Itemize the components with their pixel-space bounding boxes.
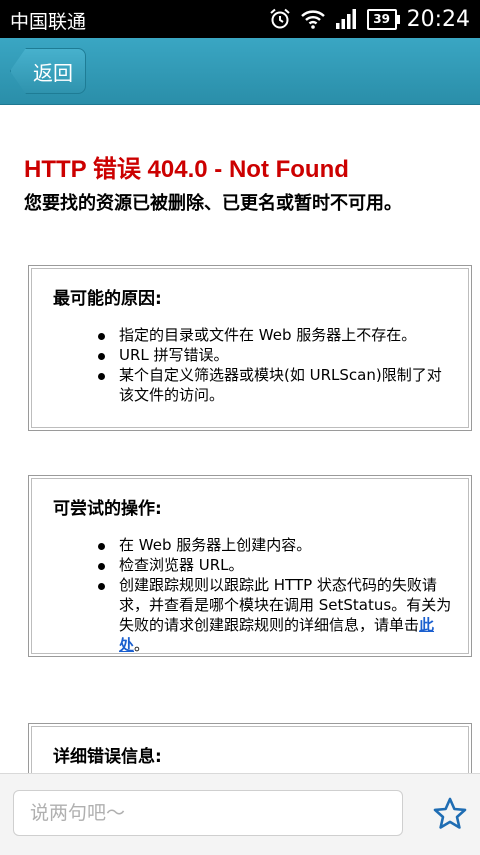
comment-input[interactable]	[13, 790, 403, 836]
comment-bar	[0, 773, 480, 855]
details-box: 详细错误信息:	[28, 723, 472, 773]
list-item: 指定的目录或文件在 Web 服务器上不存在。	[98, 325, 453, 345]
battery-icon: 39	[366, 8, 400, 30]
wifi-icon	[300, 10, 325, 29]
causes-box: 最可能的原因: 指定的目录或文件在 Web 服务器上不存在。 URL 拼写错误。…	[28, 265, 472, 431]
list-item: 某个自定义筛选器或模块(如 URLScan)限制了对该文件的访问。	[98, 365, 453, 405]
top-navbar: 返回	[0, 38, 480, 105]
error-subtitle: 您要找的资源已被删除、已更名或暂时不可用。	[24, 193, 402, 214]
error-title: HTTP 错误 404.0 - Not Found	[24, 156, 349, 183]
status-icons: 39 20:24	[269, 6, 470, 32]
causes-list: 指定的目录或文件在 Web 服务器上不存在。 URL 拼写错误。 某个自定义筛选…	[98, 325, 471, 405]
back-button-label: 返回	[33, 60, 73, 85]
list-item: 在 Web 服务器上创建内容。	[98, 535, 453, 555]
star-icon[interactable]	[432, 796, 468, 832]
actions-box: 可尝试的操作: 在 Web 服务器上创建内容。 检查浏览器 URL。 创建跟踪规…	[28, 475, 472, 657]
actions-list: 在 Web 服务器上创建内容。 检查浏览器 URL。 创建跟踪规则以跟踪此 HT…	[98, 535, 471, 655]
list-item: URL 拼写错误。	[98, 345, 453, 365]
back-button[interactable]: 返回	[10, 48, 86, 94]
details-heading: 详细错误信息:	[53, 747, 162, 767]
alarm-icon	[269, 8, 290, 29]
actions-heading: 可尝试的操作:	[53, 499, 162, 519]
list-item-text: 创建跟踪规则以跟踪此 HTTP 状态代码的失败请求，并查看是哪个模块在调用 Se…	[119, 576, 452, 634]
clock: 20:24	[406, 6, 470, 32]
carrier-name: 中国联通	[10, 11, 87, 33]
list-item: 检查浏览器 URL。	[98, 555, 453, 575]
signal-icon	[335, 9, 356, 29]
status-bar: 中国联通 39 20:24	[0, 0, 480, 38]
list-item: 创建跟踪规则以跟踪此 HTTP 状态代码的失败请求，并查看是哪个模块在调用 Se…	[98, 575, 453, 655]
causes-heading: 最可能的原因:	[53, 289, 162, 309]
page-content[interactable]: HTTP 错误 404.0 - Not Found 您要找的资源已被删除、已更名…	[0, 105, 480, 773]
list-item-text-end: 。	[134, 636, 150, 654]
